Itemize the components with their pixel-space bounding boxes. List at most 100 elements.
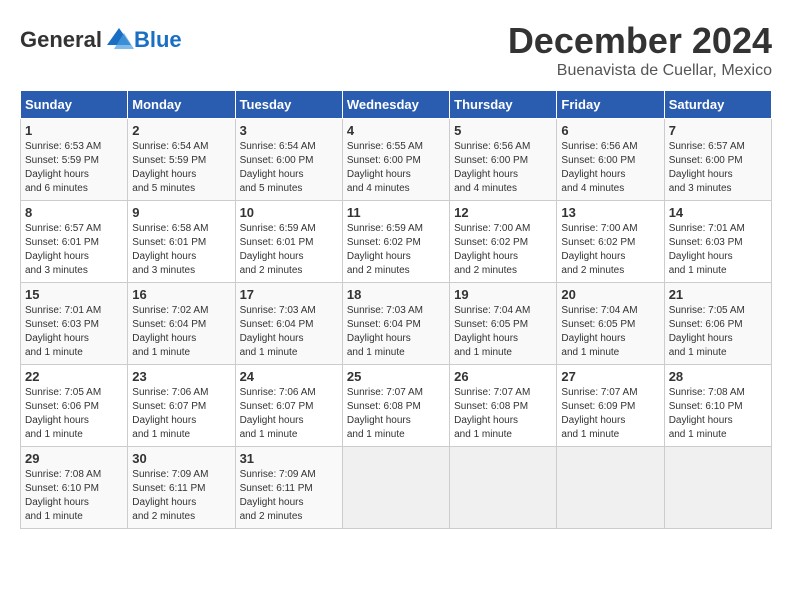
calendar-cell: 20 Sunrise: 7:04 AM Sunset: 6:05 PM Dayl… xyxy=(557,283,664,365)
day-info: Sunrise: 6:56 AM Sunset: 6:00 PM Dayligh… xyxy=(561,140,659,196)
calendar-cell: 11 Sunrise: 6:59 AM Sunset: 6:02 PM Dayl… xyxy=(342,201,449,283)
day-number: 1 xyxy=(25,123,123,138)
calendar-cell: 17 Sunrise: 7:03 AM Sunset: 6:04 PM Dayl… xyxy=(235,283,342,365)
col-thursday: Thursday xyxy=(450,91,557,119)
day-number: 21 xyxy=(669,287,767,302)
day-number: 8 xyxy=(25,205,123,220)
day-number: 10 xyxy=(240,205,338,220)
day-number: 13 xyxy=(561,205,659,220)
day-info: Sunrise: 7:05 AM Sunset: 6:06 PM Dayligh… xyxy=(25,386,123,442)
day-number: 15 xyxy=(25,287,123,302)
calendar-week-4: 22 Sunrise: 7:05 AM Sunset: 6:06 PM Dayl… xyxy=(21,365,772,447)
calendar-cell: 15 Sunrise: 7:01 AM Sunset: 6:03 PM Dayl… xyxy=(21,283,128,365)
calendar-cell: 8 Sunrise: 6:57 AM Sunset: 6:01 PM Dayli… xyxy=(21,201,128,283)
calendar-cell: 23 Sunrise: 7:06 AM Sunset: 6:07 PM Dayl… xyxy=(128,365,235,447)
day-number: 2 xyxy=(132,123,230,138)
day-number: 16 xyxy=(132,287,230,302)
day-number: 11 xyxy=(347,205,445,220)
day-info: Sunrise: 7:04 AM Sunset: 6:05 PM Dayligh… xyxy=(454,304,552,360)
day-number: 27 xyxy=(561,369,659,384)
day-info: Sunrise: 6:59 AM Sunset: 6:02 PM Dayligh… xyxy=(347,222,445,278)
day-number: 17 xyxy=(240,287,338,302)
title-area: December 2024 Buenavista de Cuellar, Mex… xyxy=(508,20,772,80)
day-info: Sunrise: 7:06 AM Sunset: 6:07 PM Dayligh… xyxy=(132,386,230,442)
day-info: Sunrise: 6:54 AM Sunset: 5:59 PM Dayligh… xyxy=(132,140,230,196)
calendar-cell: 2 Sunrise: 6:54 AM Sunset: 5:59 PM Dayli… xyxy=(128,119,235,201)
day-info: Sunrise: 6:59 AM Sunset: 6:01 PM Dayligh… xyxy=(240,222,338,278)
day-info: Sunrise: 7:02 AM Sunset: 6:04 PM Dayligh… xyxy=(132,304,230,360)
col-wednesday: Wednesday xyxy=(342,91,449,119)
calendar-cell: 21 Sunrise: 7:05 AM Sunset: 6:06 PM Dayl… xyxy=(664,283,771,365)
day-info: Sunrise: 7:07 AM Sunset: 6:08 PM Dayligh… xyxy=(454,386,552,442)
day-info: Sunrise: 6:54 AM Sunset: 6:00 PM Dayligh… xyxy=(240,140,338,196)
day-number: 31 xyxy=(240,451,338,466)
calendar-cell xyxy=(342,447,449,529)
calendar-week-3: 15 Sunrise: 7:01 AM Sunset: 6:03 PM Dayl… xyxy=(21,283,772,365)
calendar-cell: 10 Sunrise: 6:59 AM Sunset: 6:01 PM Dayl… xyxy=(235,201,342,283)
day-number: 4 xyxy=(347,123,445,138)
calendar-week-2: 8 Sunrise: 6:57 AM Sunset: 6:01 PM Dayli… xyxy=(21,201,772,283)
col-saturday: Saturday xyxy=(664,91,771,119)
day-info: Sunrise: 7:03 AM Sunset: 6:04 PM Dayligh… xyxy=(240,304,338,360)
calendar-cell: 24 Sunrise: 7:06 AM Sunset: 6:07 PM Dayl… xyxy=(235,365,342,447)
col-tuesday: Tuesday xyxy=(235,91,342,119)
calendar-cell: 7 Sunrise: 6:57 AM Sunset: 6:00 PM Dayli… xyxy=(664,119,771,201)
calendar-cell: 22 Sunrise: 7:05 AM Sunset: 6:06 PM Dayl… xyxy=(21,365,128,447)
calendar-cell: 28 Sunrise: 7:08 AM Sunset: 6:10 PM Dayl… xyxy=(664,365,771,447)
calendar-cell xyxy=(450,447,557,529)
day-info: Sunrise: 7:07 AM Sunset: 6:09 PM Dayligh… xyxy=(561,386,659,442)
day-number: 6 xyxy=(561,123,659,138)
day-info: Sunrise: 6:57 AM Sunset: 6:00 PM Dayligh… xyxy=(669,140,767,196)
day-info: Sunrise: 7:05 AM Sunset: 6:06 PM Dayligh… xyxy=(669,304,767,360)
calendar-cell: 26 Sunrise: 7:07 AM Sunset: 6:08 PM Dayl… xyxy=(450,365,557,447)
day-number: 14 xyxy=(669,205,767,220)
calendar-cell: 1 Sunrise: 6:53 AM Sunset: 5:59 PM Dayli… xyxy=(21,119,128,201)
day-number: 3 xyxy=(240,123,338,138)
day-info: Sunrise: 7:03 AM Sunset: 6:04 PM Dayligh… xyxy=(347,304,445,360)
day-info: Sunrise: 7:01 AM Sunset: 6:03 PM Dayligh… xyxy=(669,222,767,278)
day-number: 19 xyxy=(454,287,552,302)
page-header: General Blue December 2024 Buenavista de… xyxy=(20,20,772,80)
day-number: 23 xyxy=(132,369,230,384)
day-number: 7 xyxy=(669,123,767,138)
day-info: Sunrise: 7:00 AM Sunset: 6:02 PM Dayligh… xyxy=(454,222,552,278)
day-info: Sunrise: 7:01 AM Sunset: 6:03 PM Dayligh… xyxy=(25,304,123,360)
day-info: Sunrise: 7:09 AM Sunset: 6:11 PM Dayligh… xyxy=(240,468,338,524)
day-number: 9 xyxy=(132,205,230,220)
calendar-cell: 25 Sunrise: 7:07 AM Sunset: 6:08 PM Dayl… xyxy=(342,365,449,447)
calendar-cell: 5 Sunrise: 6:56 AM Sunset: 6:00 PM Dayli… xyxy=(450,119,557,201)
logo-blue: Blue xyxy=(134,27,182,53)
calendar-cell: 9 Sunrise: 6:58 AM Sunset: 6:01 PM Dayli… xyxy=(128,201,235,283)
day-number: 30 xyxy=(132,451,230,466)
calendar-week-5: 29 Sunrise: 7:08 AM Sunset: 6:10 PM Dayl… xyxy=(21,447,772,529)
location-subtitle: Buenavista de Cuellar, Mexico xyxy=(508,62,772,80)
calendar-cell: 14 Sunrise: 7:01 AM Sunset: 6:03 PM Dayl… xyxy=(664,201,771,283)
day-info: Sunrise: 7:09 AM Sunset: 6:11 PM Dayligh… xyxy=(132,468,230,524)
calendar-week-1: 1 Sunrise: 6:53 AM Sunset: 5:59 PM Dayli… xyxy=(21,119,772,201)
calendar-cell: 31 Sunrise: 7:09 AM Sunset: 6:11 PM Dayl… xyxy=(235,447,342,529)
day-number: 25 xyxy=(347,369,445,384)
calendar-cell: 12 Sunrise: 7:00 AM Sunset: 6:02 PM Dayl… xyxy=(450,201,557,283)
col-friday: Friday xyxy=(557,91,664,119)
day-info: Sunrise: 6:55 AM Sunset: 6:00 PM Dayligh… xyxy=(347,140,445,196)
day-info: Sunrise: 6:56 AM Sunset: 6:00 PM Dayligh… xyxy=(454,140,552,196)
calendar-cell: 19 Sunrise: 7:04 AM Sunset: 6:05 PM Dayl… xyxy=(450,283,557,365)
calendar-table: Sunday Monday Tuesday Wednesday Thursday… xyxy=(20,90,772,529)
calendar-header-row: Sunday Monday Tuesday Wednesday Thursday… xyxy=(21,91,772,119)
day-info: Sunrise: 6:57 AM Sunset: 6:01 PM Dayligh… xyxy=(25,222,123,278)
calendar-cell: 29 Sunrise: 7:08 AM Sunset: 6:10 PM Dayl… xyxy=(21,447,128,529)
calendar-cell xyxy=(664,447,771,529)
day-number: 20 xyxy=(561,287,659,302)
calendar-cell: 27 Sunrise: 7:07 AM Sunset: 6:09 PM Dayl… xyxy=(557,365,664,447)
day-number: 5 xyxy=(454,123,552,138)
calendar-cell: 4 Sunrise: 6:55 AM Sunset: 6:00 PM Dayli… xyxy=(342,119,449,201)
day-info: Sunrise: 7:00 AM Sunset: 6:02 PM Dayligh… xyxy=(561,222,659,278)
calendar-cell: 16 Sunrise: 7:02 AM Sunset: 6:04 PM Dayl… xyxy=(128,283,235,365)
day-number: 26 xyxy=(454,369,552,384)
day-number: 18 xyxy=(347,287,445,302)
day-info: Sunrise: 7:07 AM Sunset: 6:08 PM Dayligh… xyxy=(347,386,445,442)
logo-icon xyxy=(104,25,134,55)
day-info: Sunrise: 7:04 AM Sunset: 6:05 PM Dayligh… xyxy=(561,304,659,360)
day-info: Sunrise: 7:08 AM Sunset: 6:10 PM Dayligh… xyxy=(669,386,767,442)
col-sunday: Sunday xyxy=(21,91,128,119)
